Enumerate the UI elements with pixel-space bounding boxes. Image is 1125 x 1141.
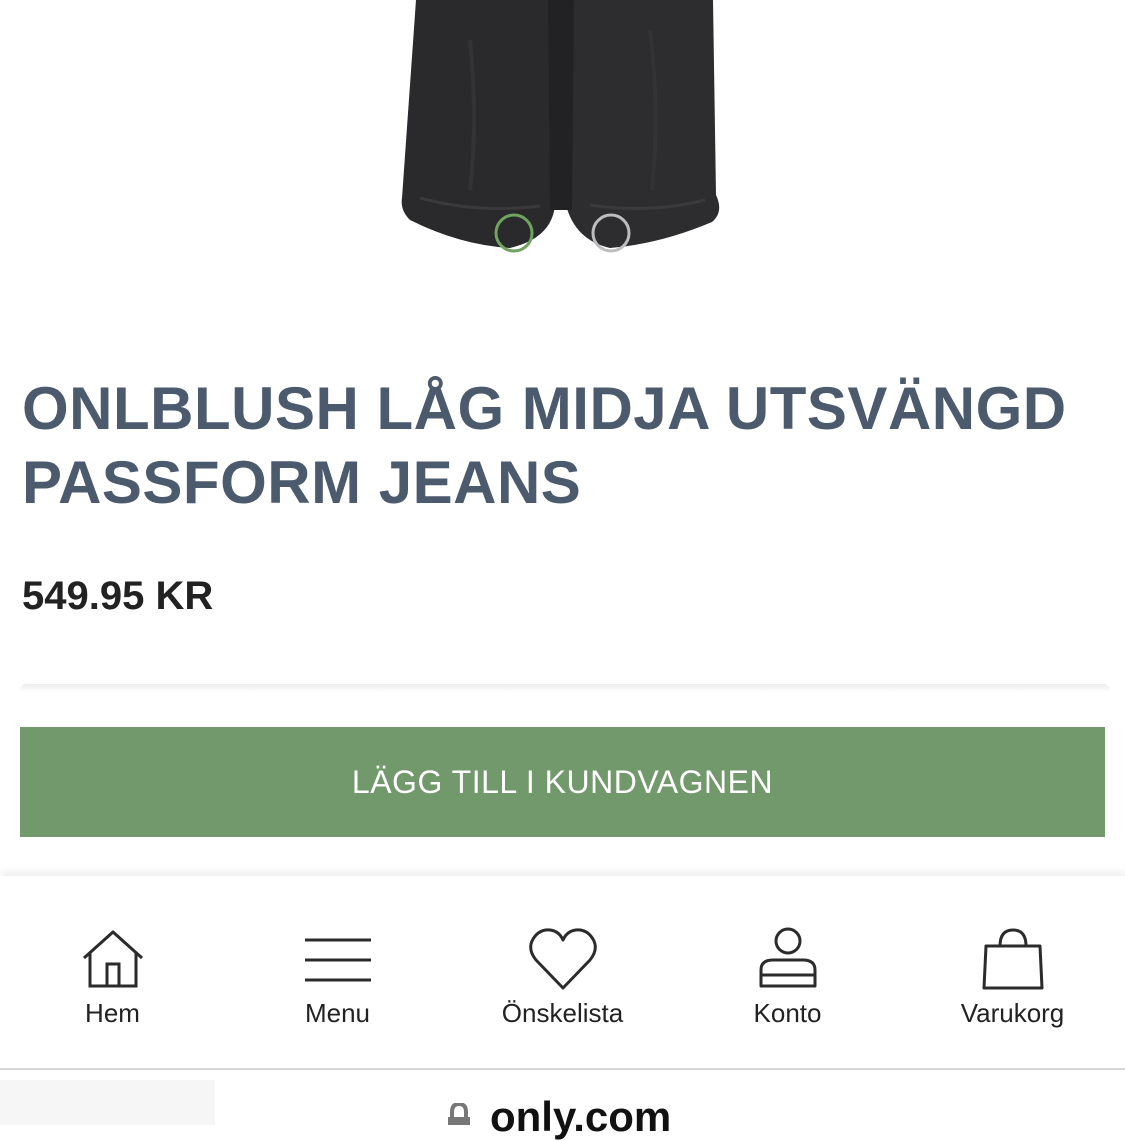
shopping-bag-icon — [982, 928, 1043, 990]
bottom-navigation: Hem Menu Önskelista Konto Varukorg — [0, 876, 1125, 1070]
nav-label-account: Konto — [753, 998, 822, 1028]
hamburger-icon — [304, 938, 371, 982]
divider — [20, 684, 1110, 692]
browser-url[interactable]: only.com — [490, 1093, 671, 1141]
nav-label-home: Hem — [85, 998, 140, 1028]
browser-tab — [0, 1080, 215, 1125]
user-icon — [759, 927, 816, 988]
nav-item-wishlist[interactable]: Önskelista — [450, 876, 675, 1068]
add-to-cart-button[interactable]: LÄGG TILL I KUNDVAGNEN — [20, 727, 1105, 837]
heart-icon — [528, 928, 597, 990]
nav-item-account[interactable]: Konto — [675, 876, 900, 1068]
nav-label-cart: Varukorg — [960, 998, 1065, 1028]
nav-label-wishlist: Önskelista — [501, 998, 624, 1028]
home-icon — [82, 930, 143, 988]
lock-icon — [448, 1103, 470, 1125]
nav-item-menu[interactable]: Menu — [225, 876, 450, 1068]
jeans-image — [401, 0, 720, 253]
product-price: 549.95 KR — [22, 574, 214, 618]
product-title: ONLBLUSH LÅG MIDJA UTSVÄNGD PASSFORM JEA… — [22, 375, 1067, 516]
nav-item-cart[interactable]: Varukorg — [900, 876, 1125, 1068]
nav-label-menu: Menu — [304, 998, 371, 1028]
product-image[interactable] — [0, 0, 1125, 300]
nav-item-home[interactable]: Hem — [0, 876, 225, 1068]
